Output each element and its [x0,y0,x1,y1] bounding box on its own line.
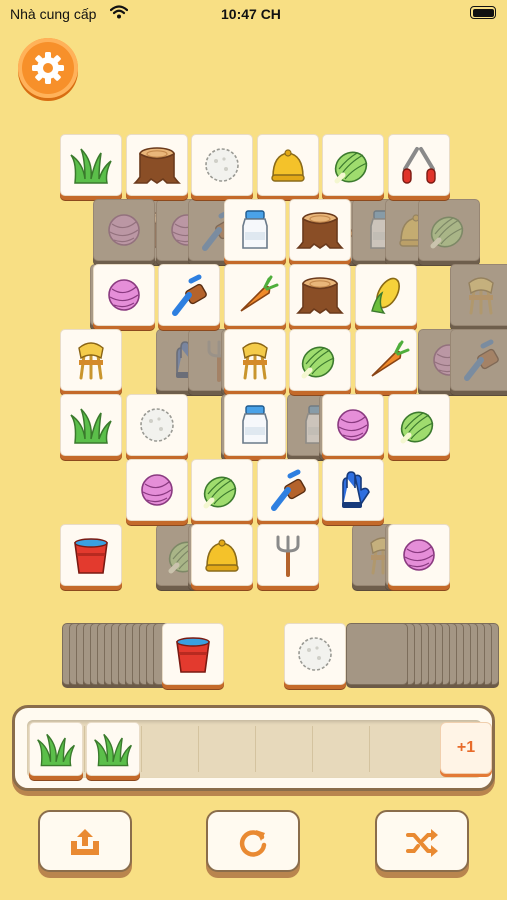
tile-carrot[interactable] [354,329,417,391]
cabbage-icon [400,411,433,444]
tile-yarn [92,199,155,261]
wheat-icon [78,342,104,380]
tile-shears[interactable] [387,134,450,196]
shuffle-icon [406,829,438,857]
stump-icon [296,277,345,314]
bell-icon [205,539,239,572]
tile-glove[interactable] [322,459,384,521]
shuffle-button[interactable] [375,810,469,872]
tile-milk[interactable] [223,199,286,261]
milk-icon [241,210,268,249]
yarn-icon [337,409,369,441]
cotton-icon [139,408,174,442]
grass-icon [70,408,112,444]
cabbage-icon [203,476,237,509]
refresh-button[interactable] [206,810,300,872]
tile-brush[interactable] [158,264,221,326]
wheat-icon [468,277,495,315]
stack-top-tile-bucket[interactable] [162,623,224,685]
tile-stump[interactable] [289,264,352,326]
tile-stump[interactable] [289,199,352,261]
tray-slot-divider [369,726,370,772]
tile-yarn[interactable] [322,394,384,456]
grass-icon [37,733,75,767]
tile-carrot[interactable] [223,264,286,326]
stack-layer [346,623,408,685]
right-tile-stack[interactable] [284,623,499,687]
covered-tile [417,199,480,261]
carrot-icon [371,340,410,377]
stack-top-tile-cotton[interactable] [284,623,346,685]
stump-icon [296,212,345,249]
shears-icon [401,147,436,184]
left-tile-stack[interactable] [62,623,224,687]
yarn-icon [140,474,173,506]
tile-corn[interactable] [354,264,417,326]
tile-cabbage[interactable] [387,394,450,456]
tray-arrow-up-icon [71,829,99,855]
brush-icon [270,469,306,511]
bucket-icon [176,637,210,673]
covered-tile [450,264,507,326]
tile-cabbage[interactable] [191,459,253,521]
tray-tile-grass [86,722,140,776]
tray-slots: +1 [27,720,492,778]
tile-brush[interactable] [256,459,319,521]
tray-slot-divider [141,726,142,772]
cotton-icon [205,148,239,182]
tile-cabbage[interactable] [322,134,384,196]
cabbage-icon [301,346,335,379]
milk-icon [241,405,268,444]
tray-slot-divider [198,726,199,772]
wheat-icon [241,342,268,380]
brush-icon [464,339,500,381]
brush-icon [172,274,208,316]
tray-slot-divider [84,726,85,772]
tray-slot-divider [312,726,313,772]
tile-yarn[interactable] [92,264,155,326]
tile-tray: +1 [12,705,495,791]
yarn-icon [402,539,435,571]
tile-cotton[interactable] [191,134,253,196]
cabbage-icon [334,151,368,184]
add-slot-label: +1 [456,739,476,756]
cotton-icon [298,637,332,671]
tile-milk[interactable] [223,394,286,456]
tile-wheat[interactable] [223,329,286,391]
grass-icon [94,733,132,767]
add-slot-button[interactable]: +1 [440,722,492,774]
stump-icon [132,147,181,184]
tile-bucket[interactable] [60,524,122,586]
bell-icon [270,149,305,182]
tile-stump[interactable] [125,134,188,196]
tile-yarn[interactable] [125,459,188,521]
grass-icon [70,148,112,184]
tile-grass[interactable] [60,134,122,196]
tile-bell[interactable] [256,134,319,196]
corn-icon [370,277,400,314]
tile-cabbage[interactable] [289,329,352,391]
tile-pitchfork[interactable] [256,524,319,586]
tile-grass[interactable] [60,394,122,456]
undo-out-button[interactable] [38,810,132,872]
covered-tile [450,329,507,391]
carrot-icon [240,275,279,312]
bucket-icon [74,538,108,574]
yarn-icon [107,214,140,246]
tray-tile-grass [29,722,83,776]
yarn-icon [107,279,140,311]
pitchfork-icon [276,535,299,577]
tile-board [0,0,507,600]
tile-yarn[interactable] [387,524,450,586]
tray-slot-divider [255,726,256,772]
tile-wheat[interactable] [60,329,122,391]
tile-cotton[interactable] [125,394,188,456]
cabbage-icon [430,216,463,249]
glove-icon [342,471,370,508]
refresh-icon [239,830,267,857]
tile-bell[interactable] [191,524,253,586]
